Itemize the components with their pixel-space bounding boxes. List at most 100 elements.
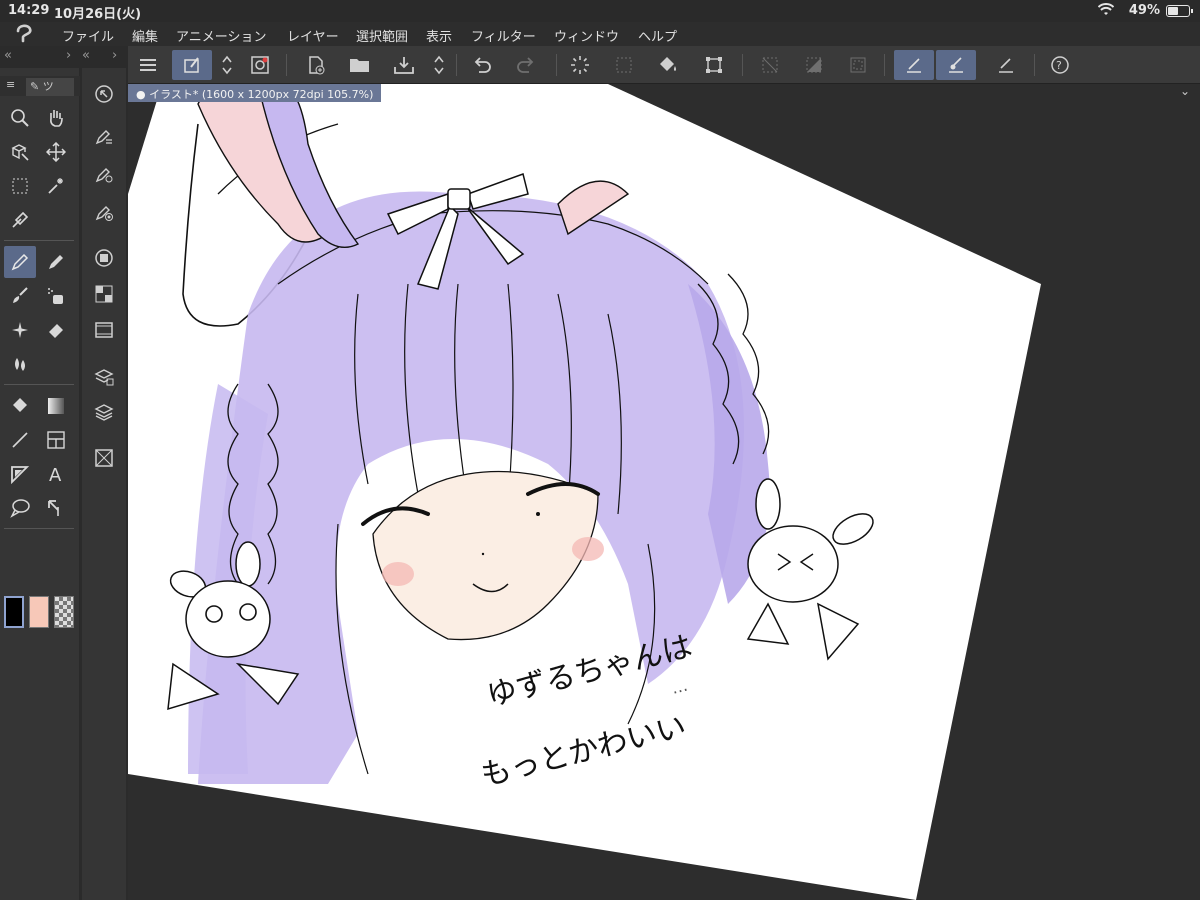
zoom-icon[interactable] — [4, 102, 36, 134]
command-bar: ? — [128, 46, 1200, 84]
toolbar-separator — [456, 54, 457, 76]
eyedropper-icon[interactable] — [4, 204, 36, 236]
hand-icon[interactable] — [40, 102, 72, 134]
fill-icon[interactable] — [652, 50, 684, 80]
object-icon[interactable] — [4, 136, 36, 168]
animation-icon[interactable] — [88, 314, 120, 346]
document-tab[interactable]: ● イラスト* (1600 x 1200px 72dpi 105.7%) — [128, 84, 382, 102]
redo-icon[interactable] — [510, 50, 542, 80]
toolbar-separator — [1034, 54, 1035, 76]
updown-icon[interactable] — [216, 50, 238, 80]
menu-bar: ファイル 編集 アニメーション レイヤー 選択範囲 表示 フィルター ウィンドウ… — [0, 22, 1200, 46]
main-color-swatch[interactable] — [4, 596, 24, 628]
document-tab-label: イラスト* (1600 x 1200px 72dpi 105.7%) — [149, 88, 374, 101]
status-time: 14:29 — [8, 3, 50, 18]
open-file-icon[interactable] — [344, 50, 376, 80]
airbrush-icon[interactable] — [40, 280, 72, 312]
status-date: 10月26日(火) — [54, 7, 142, 22]
fill-icon[interactable] — [4, 390, 36, 422]
canvas-area[interactable]: ゆずるちゃんは もっとかわいい … ● イラスト* (1600 x 1200px… — [128, 84, 1200, 900]
brush-icon[interactable] — [4, 280, 36, 312]
undo-icon[interactable] — [466, 50, 498, 80]
expand-panel-icon[interactable]: › — [66, 48, 71, 68]
menu-edit[interactable]: 編集 — [132, 26, 158, 45]
svg-text:A: A — [49, 465, 62, 484]
menu-selection[interactable]: 選択範囲 — [356, 26, 408, 45]
line-icon[interactable] — [4, 424, 36, 456]
layers-icon[interactable] — [88, 396, 120, 428]
select-all-icon[interactable] — [608, 50, 640, 80]
tool-tab-label: ツ — [42, 80, 54, 93]
invert-selection-icon[interactable] — [798, 50, 830, 80]
tool-separator — [4, 240, 74, 241]
battery-icon — [1166, 5, 1193, 17]
menu-layer[interactable]: レイヤー — [287, 26, 339, 45]
pen-icon[interactable] — [4, 246, 36, 278]
pen-icon[interactable] — [894, 50, 934, 80]
deselect-icon[interactable] — [754, 50, 786, 80]
status-bar: 14:29 10月26日(火) 49% — [0, 0, 1200, 22]
decoration-icon[interactable] — [4, 314, 36, 346]
updown-icon[interactable] — [428, 50, 450, 80]
panel-menu-icon[interactable]: ≡ — [6, 78, 15, 96]
menu-view[interactable]: 表示 — [426, 26, 452, 45]
balloon-icon[interactable] — [4, 492, 36, 524]
save-icon[interactable] — [388, 50, 420, 80]
eraser-icon[interactable] — [40, 314, 72, 346]
color-set-icon[interactable] — [88, 278, 120, 310]
ruler-icon[interactable] — [990, 50, 1022, 80]
menu-help[interactable]: ヘルプ — [638, 26, 677, 45]
sub-tool-column — [82, 68, 126, 900]
artwork[interactable]: ゆずるちゃんは もっとかわいい … — [128, 84, 1200, 900]
tool-panel-tabs: ≡ ✎ ツ — [0, 76, 80, 96]
toolbar-separator — [742, 54, 743, 76]
loading-icon[interactable] — [564, 50, 596, 80]
material-icon[interactable] — [88, 442, 120, 474]
menu-animation[interactable]: アニメーション — [176, 26, 266, 45]
help-icon[interactable]: ? — [1044, 50, 1076, 80]
menu-file[interactable]: ファイル — [62, 26, 114, 45]
sub-color-swatch[interactable] — [29, 596, 49, 628]
tool-panel: ≡ ✎ ツ A — [0, 68, 80, 900]
brush-size-icon[interactable] — [88, 196, 120, 228]
toolbar-separator — [286, 54, 287, 76]
frame-icon[interactable] — [40, 424, 72, 456]
pencil-icon[interactable] — [40, 246, 72, 278]
transform-icon[interactable] — [698, 50, 730, 80]
battery-level — [1168, 7, 1178, 15]
chevron-down-icon[interactable]: ⌄ — [1180, 84, 1190, 98]
expand-col2-icon[interactable]: › — [112, 48, 117, 68]
navigator-icon[interactable] — [88, 78, 120, 110]
ruler-icon[interactable] — [4, 458, 36, 490]
quick-access-icon[interactable] — [244, 50, 276, 80]
blend-icon[interactable] — [4, 348, 36, 380]
move-icon[interactable] — [40, 136, 72, 168]
layer-property-icon[interactable] — [88, 360, 120, 392]
correct-line-icon[interactable] — [40, 492, 72, 524]
collapse-left-panel-icon[interactable]: « — [4, 48, 12, 68]
svg-text:?: ? — [1056, 59, 1062, 72]
tool-separator — [4, 528, 74, 529]
marquee-icon[interactable] — [4, 170, 36, 202]
text-icon[interactable]: A — [40, 458, 72, 490]
auto-select-icon[interactable] — [40, 170, 72, 202]
gradient-icon[interactable] — [40, 390, 72, 422]
battery-percent: 49% — [1128, 3, 1160, 18]
new-file-icon[interactable] — [300, 50, 332, 80]
toolbar-separator — [556, 54, 557, 76]
wifi-icon — [1097, 3, 1115, 21]
app-logo-icon[interactable] — [14, 23, 42, 45]
brush-settings-icon[interactable] — [88, 158, 120, 190]
tool-tab[interactable]: ✎ ツ — [26, 78, 74, 96]
menu-filter[interactable]: フィルター — [471, 26, 536, 45]
menu-icon[interactable] — [132, 50, 164, 80]
object-select-icon[interactable] — [172, 50, 212, 80]
color-wheel-icon[interactable] — [88, 242, 120, 274]
collapse-col2-icon[interactable]: « — [82, 48, 90, 68]
menu-window[interactable]: ウィンドウ — [554, 26, 619, 45]
toolbar-separator — [884, 54, 885, 76]
selection-border-icon[interactable] — [842, 50, 874, 80]
tool-property-icon[interactable] — [88, 120, 120, 152]
brush-icon[interactable] — [936, 50, 976, 80]
transparent-color-swatch[interactable] — [54, 596, 74, 628]
